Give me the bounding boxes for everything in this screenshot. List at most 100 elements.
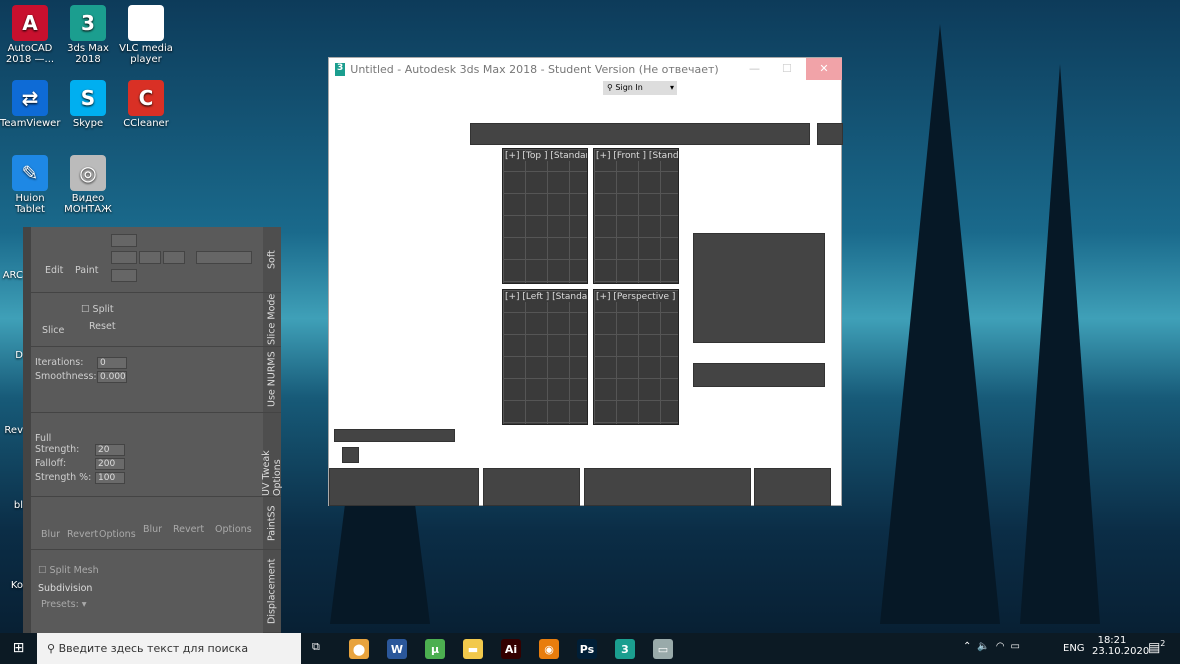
tool-button[interactable]	[111, 234, 137, 247]
search-box[interactable]: ⚲ Введите здесь текст для поиска	[37, 633, 301, 664]
desktop-icon[interactable]: VLC media player	[116, 5, 176, 65]
full-strength-spinner[interactable]: 20	[95, 444, 125, 456]
falloff-spinner[interactable]: 200	[95, 458, 125, 470]
taskbar-app-icon[interactable]: ▭	[653, 639, 673, 659]
taskbar-app-icon[interactable]: Ai	[501, 639, 521, 659]
clock[interactable]: 18:21 23.10.2020	[1092, 635, 1149, 657]
notification-icon[interactable]: ▤2	[1148, 639, 1165, 655]
presets-dropdown[interactable]: Presets: ▾	[41, 599, 87, 610]
blur-button-2[interactable]: Blur	[143, 524, 162, 535]
desktop-icon-partial[interactable]: D	[0, 350, 23, 361]
desktop-icon-label: Skype	[72, 118, 104, 129]
app-icon: C	[128, 80, 164, 116]
taskbar-app-icon[interactable]: ⬤	[349, 639, 369, 659]
taskbar-app-icon[interactable]: ◉	[539, 639, 559, 659]
tool-button[interactable]	[163, 251, 185, 264]
desktop-icon-label: VLC media player	[119, 43, 173, 65]
viewport-top[interactable]: [+] [Top ] [Standard	[502, 148, 588, 284]
desktop-icon-partial[interactable]: Ko	[0, 580, 23, 591]
presets-label: Presets:	[41, 599, 79, 610]
tool-button-group[interactable]	[196, 251, 252, 264]
status-placeholder	[754, 468, 831, 506]
revert-button[interactable]: Revert	[67, 529, 98, 540]
blur-button[interactable]: Blur	[41, 529, 60, 540]
desktop-icon-partial[interactable]: Rev	[0, 425, 23, 436]
app-icon: ◎	[70, 155, 106, 191]
toolbar-placeholder	[470, 123, 810, 145]
minimize-button[interactable]: —	[749, 62, 760, 75]
bar-placeholder	[334, 429, 455, 442]
options-button[interactable]: Options	[99, 529, 136, 540]
options-button-2[interactable]: Options	[215, 524, 252, 535]
window-title: Untitled - Autodesk 3ds Max 2018 - Stude…	[350, 63, 719, 76]
desktop-icon-label: Huion Tablet	[15, 193, 45, 215]
taskbar-app-icon[interactable]: W	[387, 639, 407, 659]
smoothness-spinner[interactable]: 0.000	[97, 371, 127, 383]
sign-in-dropdown[interactable]: ⚲ Sign In ▾	[603, 81, 677, 95]
task-view-icon[interactable]: ⧉	[312, 640, 320, 654]
paint-button[interactable]: Paint	[75, 265, 99, 276]
iterations-spinner[interactable]: 0	[97, 357, 127, 369]
split-mesh-checkbox[interactable]: ☐ Split Mesh	[38, 565, 99, 576]
split-checkbox[interactable]: ☐ Split	[81, 304, 114, 315]
tool-button[interactable]	[139, 251, 161, 264]
panel-tab[interactable]: Slice Mode	[263, 293, 281, 347]
tool-button[interactable]	[111, 269, 137, 282]
app-icon: ✎	[12, 155, 48, 191]
wallpaper-tree	[1020, 64, 1100, 624]
maximize-button[interactable]: ☐	[782, 62, 792, 75]
viewport-front[interactable]: [+] [Front ] [Standar	[593, 148, 679, 284]
viewport-perspective[interactable]: [+] [Perspective ] [St	[593, 289, 679, 425]
panel-tab[interactable]: Displacement	[263, 550, 281, 633]
taskbar-app-icon[interactable]: µ	[425, 639, 445, 659]
desktop-icon-partial[interactable]: ARC	[0, 270, 23, 281]
panel-tab[interactable]: Soft	[263, 227, 281, 293]
desktop-icon[interactable]: ◎ Видео МОНТАЖ	[58, 155, 118, 215]
desktop-icon[interactable]: ⇄ TeamViewer	[0, 80, 60, 129]
viewport-label: [+] [Top ] [Standard	[505, 151, 587, 161]
edit-button[interactable]: Edit	[45, 265, 63, 276]
slice-button[interactable]: Slice	[42, 325, 64, 336]
taskbar-app-icon[interactable]: Ps	[577, 639, 597, 659]
desktop-icon-label: Видео МОНТАЖ	[64, 193, 112, 215]
title-bar: 3 Untitled - Autodesk 3ds Max 2018 - Stu…	[335, 63, 719, 76]
desktop-icon[interactable]: ✎ Huion Tablet	[0, 155, 60, 215]
windows-start-icon[interactable]: ⊞	[0, 633, 37, 664]
viewport-label: [+] [Front ] [Standar	[596, 151, 678, 161]
revert-button-2[interactable]: Revert	[173, 524, 204, 535]
iterations-label: Iterations:	[35, 357, 84, 368]
app-window: 3 Untitled - Autodesk 3ds Max 2018 - Stu…	[328, 57, 843, 506]
panel-tab[interactable]: PaintSS	[263, 497, 281, 550]
taskbar-app-icon[interactable]: ▬	[463, 639, 483, 659]
language-indicator[interactable]: ENG	[1063, 643, 1085, 654]
viewport-label: [+] [Left ] [Standard	[505, 292, 587, 302]
desktop-icon[interactable]: 3 3ds Max 2018	[58, 5, 118, 65]
desktop-icon[interactable]: S Skype	[58, 80, 118, 129]
desktop-icon-label: TeamViewer	[0, 118, 61, 129]
desktop-icon-partial[interactable]: bl	[0, 500, 23, 511]
tray-icons[interactable]: ⌃🔈◠▭	[963, 641, 1026, 652]
app-icon: A	[12, 5, 48, 41]
split-mesh-label: Split Mesh	[49, 565, 99, 576]
panel-tab[interactable]: Use NURMS	[263, 347, 281, 413]
panel-tab[interactable]: UV Tweak Options	[261, 413, 283, 497]
taskbar-app-icon[interactable]: 3	[615, 639, 635, 659]
app-icon: S	[70, 80, 106, 116]
full-strength-label: Full Strength:	[35, 433, 80, 455]
strength-spinner[interactable]: 100	[95, 472, 125, 484]
status-placeholder	[483, 468, 580, 506]
button-placeholder[interactable]	[342, 447, 359, 463]
desktop-icon-label: 3ds Max 2018	[67, 43, 109, 65]
sign-in-label: Sign In	[615, 83, 643, 92]
time: 18:21	[1097, 635, 1127, 646]
desktop-icon[interactable]: A AutoCAD 2018 —...	[0, 5, 60, 65]
app-icon: 3	[70, 5, 106, 41]
panel-placeholder	[693, 363, 825, 387]
viewport-left[interactable]: [+] [Left ] [Standard	[502, 289, 588, 425]
search-icon: ⚲	[47, 642, 56, 655]
close-button[interactable]: ✕	[806, 58, 842, 80]
tool-button[interactable]	[111, 251, 137, 264]
reset-button[interactable]: Reset	[89, 321, 116, 332]
desktop-icon[interactable]: C CCleaner	[116, 80, 176, 129]
panel-placeholder	[693, 233, 825, 343]
